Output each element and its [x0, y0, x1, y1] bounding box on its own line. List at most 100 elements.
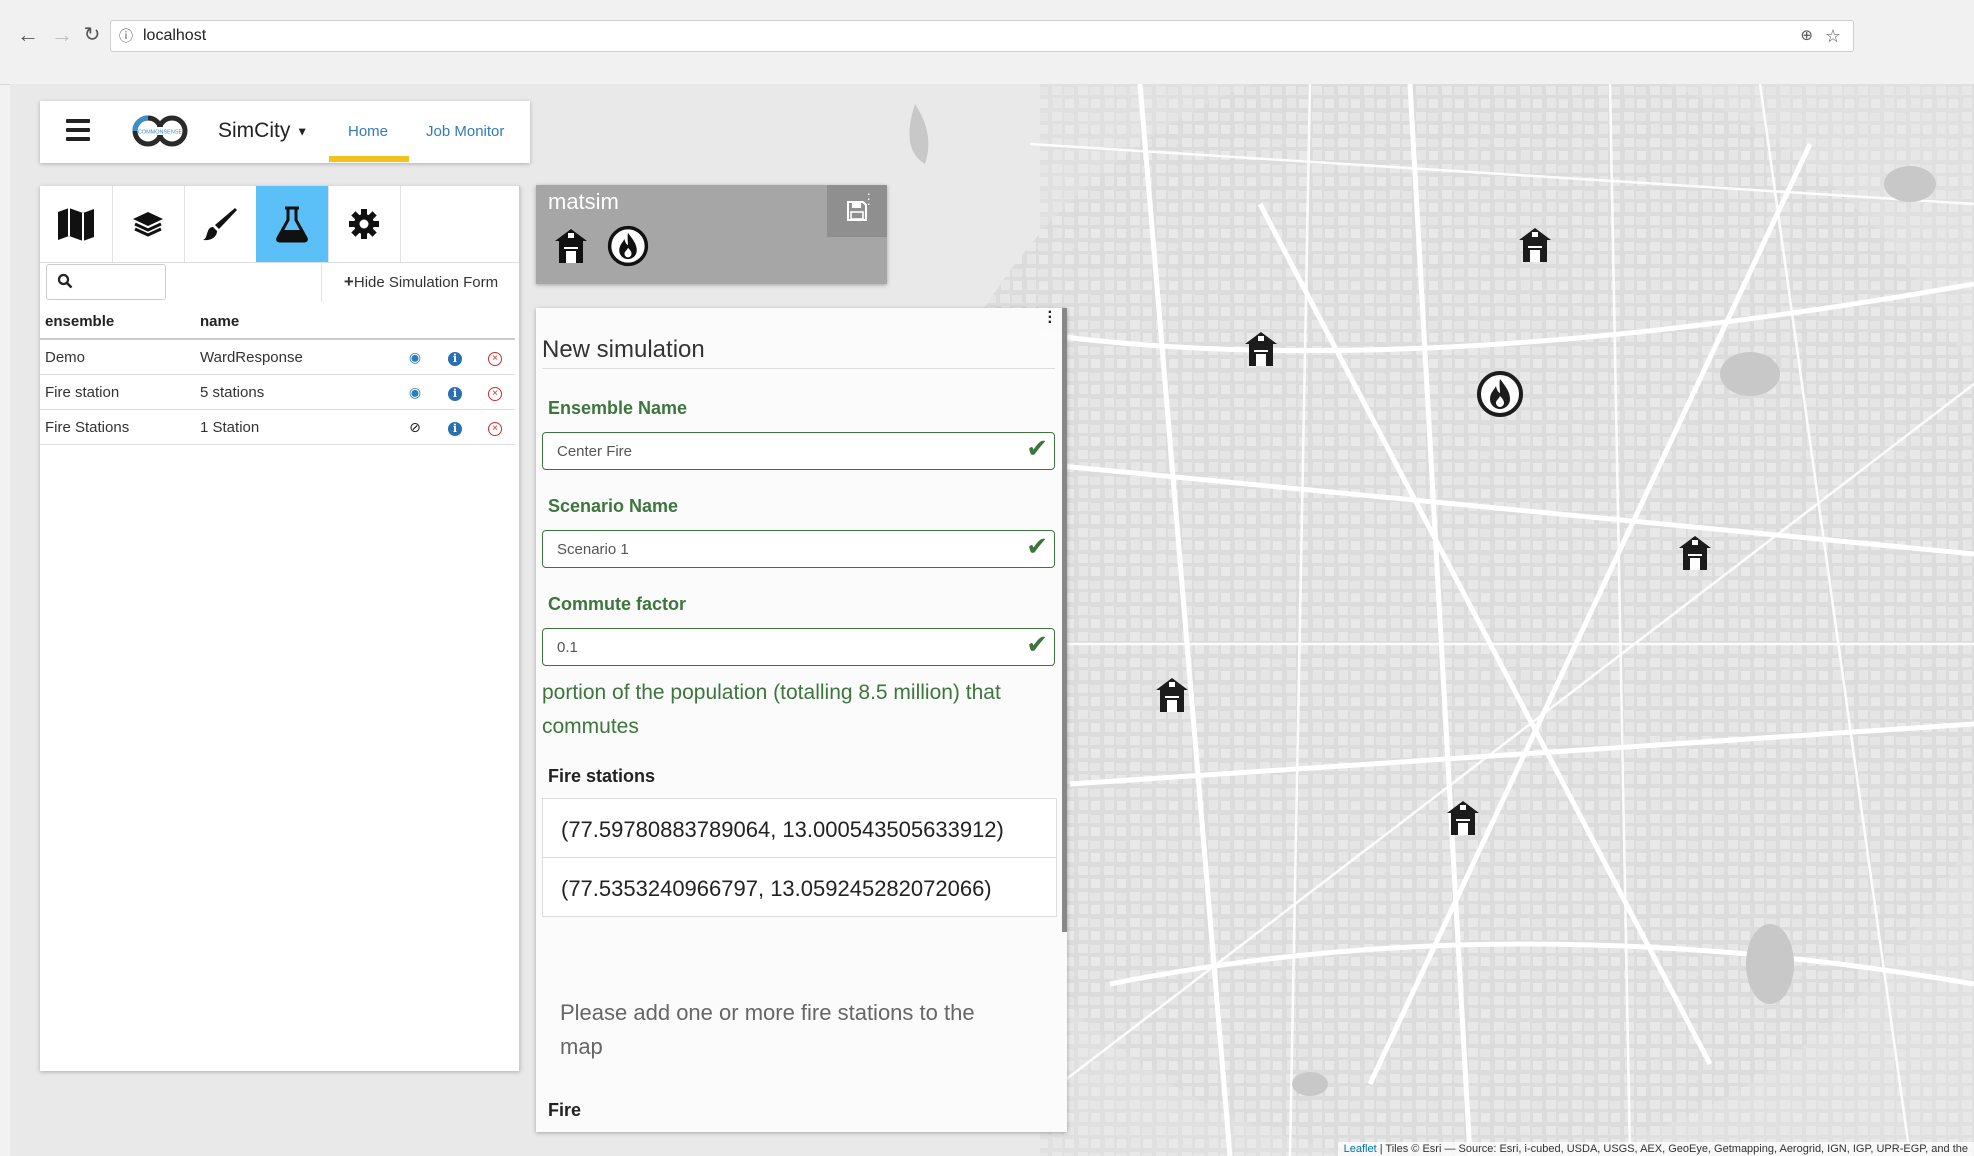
brush-icon: [203, 208, 237, 241]
site-info-icon[interactable]: ⓘ: [119, 21, 133, 51]
empty-fire-stations-message: Please add one or more fire stations to …: [560, 1000, 975, 1059]
ensemble-cell: Demo: [40, 339, 195, 375]
brand-dropdown[interactable]: SimCity ▼: [218, 119, 308, 143]
active-tab-indicator: [329, 156, 409, 162]
list-item[interactable]: (77.59780883789064, 13.000543505633912): [543, 799, 1056, 858]
fire-station-icon[interactable]: [1442, 797, 1484, 839]
model-card[interactable]: matsim · · ·: [536, 185, 887, 284]
fire-station-icon[interactable]: [1514, 224, 1556, 266]
table-row[interactable]: Fire station 5 stations ◉ i ×: [40, 374, 515, 410]
flask-icon: [276, 206, 308, 243]
commute-help-text: portion of the population (totalling 8.5…: [542, 681, 1001, 738]
simulations-table: ensemble name Demo WardResponse ◉ i × Fi…: [40, 304, 515, 445]
reload-icon[interactable]: ↻: [80, 22, 104, 47]
ensemble-cell: Fire Stations: [40, 409, 195, 445]
caret-down-icon: ▼: [296, 124, 309, 139]
column-header-ensemble[interactable]: ensemble: [40, 304, 195, 340]
simulation-form: · · · New simulation Ensemble Name Center …: [536, 308, 1067, 1132]
info-icon[interactable]: i: [448, 421, 462, 436]
address-bar[interactable]: ⓘ localhost ⊕ ☆: [110, 20, 1854, 52]
tool-tabs: [40, 186, 519, 263]
info-icon[interactable]: i: [448, 386, 462, 401]
fire-stations-label: Fire stations: [548, 766, 656, 786]
map-icon: [58, 208, 94, 241]
gear-icon: [349, 209, 379, 239]
column-header-name[interactable]: name: [195, 304, 395, 340]
save-icon: [847, 201, 867, 221]
ensemble-name-value: Center Fire: [557, 443, 633, 460]
fire-stations-list: (77.59780883789064, 13.000543505633912) …: [542, 798, 1057, 917]
fire-station-icon[interactable]: [1674, 532, 1716, 574]
delete-icon[interactable]: ×: [488, 422, 502, 436]
fire-station-icon[interactable]: [550, 225, 592, 267]
name-cell: WardResponse: [195, 339, 395, 375]
name-cell: 1 Station: [195, 409, 395, 445]
fire-station-icon[interactable]: [1151, 674, 1193, 716]
commute-factor-field[interactable]: 0.1 ✔: [542, 628, 1055, 666]
forward-icon[interactable]: →: [50, 22, 74, 48]
save-button[interactable]: [827, 185, 887, 237]
map-tab[interactable]: [40, 186, 113, 262]
check-icon: ✔: [1026, 433, 1048, 463]
ensemble-name-label: Ensemble Name: [548, 398, 688, 418]
fire-station-icon[interactable]: [1240, 328, 1282, 370]
ensemble-name-field[interactable]: Center Fire ✔: [542, 432, 1055, 470]
scenario-name-label: Scenario Name: [548, 496, 679, 516]
ensemble-cell: Fire station: [40, 374, 195, 410]
commute-factor-label: Commute factor: [548, 594, 687, 614]
table-header-row: ensemble name: [40, 304, 515, 340]
hide-form-label: Hide Simulation Form: [353, 274, 499, 291]
attribution-text: | Tiles © Esri — Source: Esri, i-cubed, …: [1376, 1143, 1968, 1155]
map-attribution: Leaflet | Tiles © Esri — Source: Esri, i…: [1337, 1142, 1974, 1156]
commonsense-logo: COMMONSENSE: [132, 115, 188, 147]
divider: [542, 368, 1055, 369]
url-text: localhost: [143, 27, 207, 44]
tab-job-monitor[interactable]: Job Monitor: [426, 123, 504, 140]
column-header-delete: [475, 304, 515, 340]
back-icon[interactable]: ←: [16, 22, 40, 48]
commute-factor-value: 0.1: [557, 639, 578, 656]
plus-icon: +: [343, 272, 354, 291]
scenario-name-field[interactable]: Scenario 1 ✔: [542, 530, 1055, 568]
simulation-tab[interactable]: [256, 186, 329, 262]
fire-label: Fire: [548, 1100, 582, 1120]
tab-home[interactable]: Home: [348, 123, 388, 140]
fire-icon[interactable]: [607, 225, 649, 267]
list-item[interactable]: (77.5353240966797, 13.059245282072066): [543, 858, 1056, 916]
logo-text: COMMONSENSE: [138, 130, 183, 136]
app-navbar: COMMONSENSE SimCity ▼ Home Job Monitor: [40, 101, 530, 163]
info-icon[interactable]: i: [448, 351, 462, 366]
search-icon: [57, 273, 73, 289]
search-input[interactable]: [46, 264, 166, 300]
column-header-view: [395, 304, 435, 340]
browser-toolbar: ← → ↻ ⓘ localhost ⊕ ☆: [0, 0, 1974, 85]
delete-icon[interactable]: ×: [488, 352, 502, 366]
check-icon: ✔: [1026, 629, 1048, 659]
left-panel: +Hide Simulation Form ensemble name Demo…: [40, 186, 520, 1071]
leaflet-link[interactable]: Leaflet: [1344, 1143, 1377, 1155]
hide-simulation-form-button[interactable]: +Hide Simulation Form: [321, 262, 520, 302]
eye-icon[interactable]: ◉: [409, 384, 421, 400]
paint-tab[interactable]: [184, 186, 257, 262]
model-title: matsim: [548, 189, 619, 214]
fire-icon[interactable]: [1476, 370, 1524, 418]
eye-slash-icon[interactable]: ⊘: [409, 419, 421, 435]
zoom-icon[interactable]: ⊕: [1800, 21, 1813, 51]
brand-label: SimCity: [218, 119, 291, 142]
form-menu-icon[interactable]: · · ·: [1048, 308, 1053, 331]
delete-icon[interactable]: ×: [488, 387, 502, 401]
form-scrollbar[interactable]: [1062, 308, 1067, 932]
hamburger-menu-icon[interactable]: [66, 119, 90, 146]
form-title: New simulation: [542, 336, 705, 363]
settings-tab[interactable]: [328, 186, 401, 262]
model-menu-icon[interactable]: · · ·: [866, 186, 871, 210]
bookmark-star-icon[interactable]: ☆: [1825, 21, 1841, 51]
table-row[interactable]: Fire Stations 1 Station ⊘ i ×: [40, 409, 515, 445]
layers-tab[interactable]: [112, 186, 185, 262]
name-cell: 5 stations: [195, 374, 395, 410]
check-icon: ✔: [1026, 531, 1048, 561]
table-row[interactable]: Demo WardResponse ◉ i ×: [40, 339, 515, 375]
scenario-name-value: Scenario 1: [557, 541, 629, 558]
layers-icon: [133, 212, 163, 237]
eye-icon[interactable]: ◉: [409, 349, 421, 365]
